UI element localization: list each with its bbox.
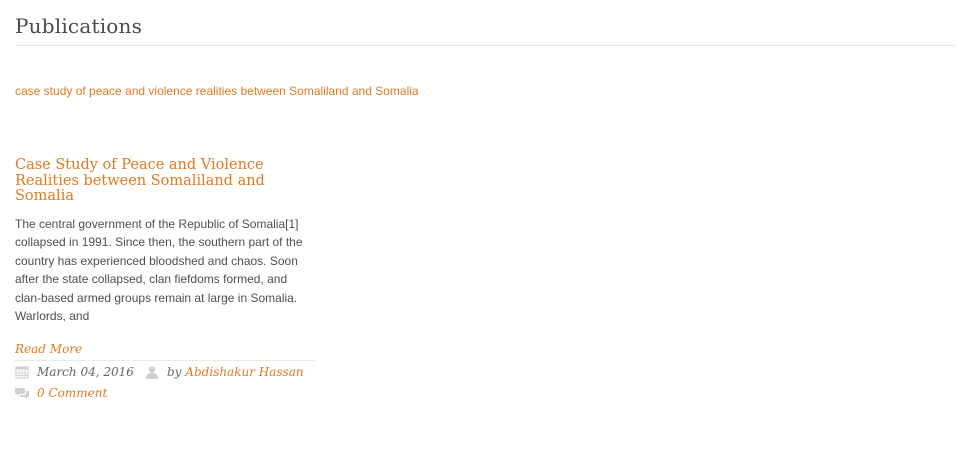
post-meta: March 04, 2016 by Abdishakur Hassan [15,361,315,382]
post-comments: 0 Comment [15,382,315,403]
post-author: by Abdishakur Hassan [145,365,304,379]
comment-icon [15,387,29,399]
post-card: Case Study of Peace and Violence Realiti… [15,157,315,403]
calendar-icon [15,366,29,379]
post-date-text: March 04, 2016 [37,364,134,379]
read-more-link[interactable]: Read More [15,342,82,356]
comments-link[interactable]: 0 Comment [37,386,107,400]
category-link[interactable]: case study of peace and violence realiti… [15,84,419,98]
post-title-link[interactable]: Case Study of Peace and Violence Realiti… [15,157,265,204]
author-link[interactable]: Abdishakur Hassan [185,365,303,379]
post-excerpt: The central government of the Republic o… [15,216,303,324]
user-icon [146,365,158,379]
title-divider [15,45,955,46]
page-title: Publications [15,14,143,38]
post-title: Case Study of Peace and Violence Realiti… [15,157,275,205]
author-prefix: by [167,364,182,379]
post-date: March 04, 2016 [15,365,145,379]
